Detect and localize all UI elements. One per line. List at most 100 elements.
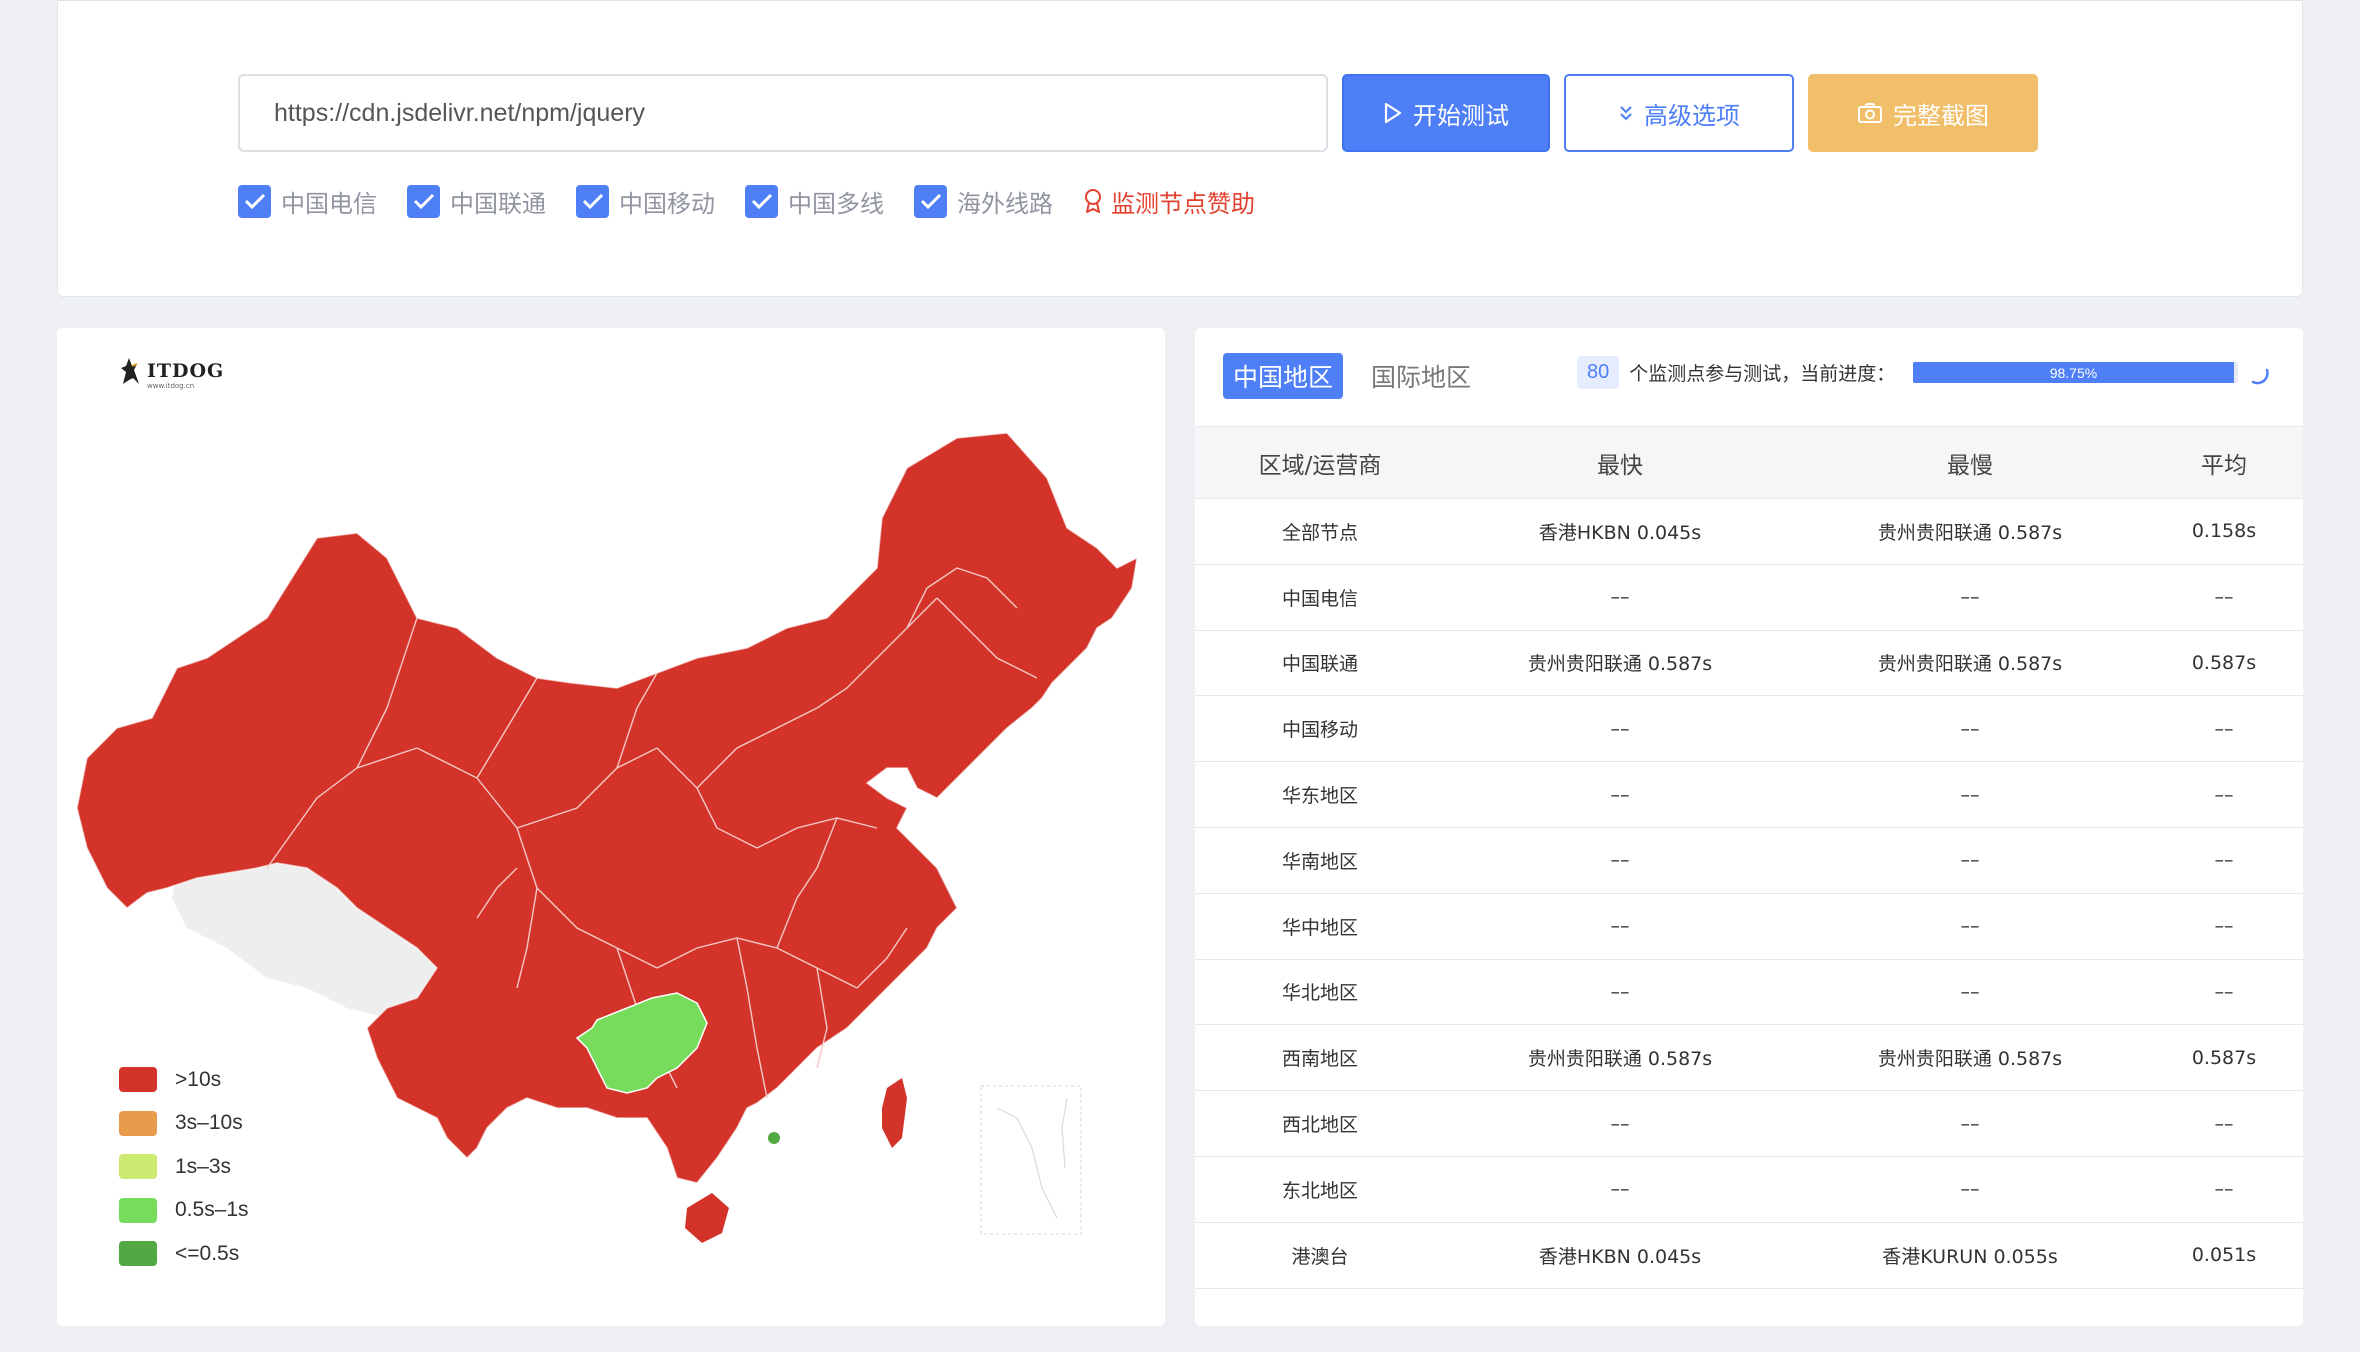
- region-hainan[interactable]: [685, 1193, 729, 1243]
- filter-overseas-checkbox[interactable]: 海外线路: [914, 184, 1053, 219]
- region-cell: 全部节点: [1195, 498, 1445, 565]
- legend-item: >10s: [119, 1058, 249, 1102]
- sponsor-link[interactable]: 监测节点赞助: [1083, 184, 1255, 219]
- slowest-cell: 香港KURUN 0.055s: [1795, 1222, 2145, 1289]
- region-cell: 华东地区: [1195, 761, 1445, 828]
- legend-label: >10s: [175, 1067, 222, 1091]
- slowest-cell: 贵州贵阳联通 0.587s: [1795, 498, 2145, 565]
- table-row[interactable]: 西南地区 贵州贵阳联通 0.587s 贵州贵阳联通 0.587s 0.587s: [1195, 1024, 2303, 1092]
- fastest-cell: ––: [1445, 827, 1795, 894]
- fastest-cell: ––: [1445, 1090, 1795, 1157]
- table-row[interactable]: 全部节点 香港HKBN 0.045s 贵州贵阳联通 0.587s 0.158s: [1195, 498, 2303, 565]
- table-row[interactable]: 中国移动 –– –– ––: [1195, 695, 2303, 763]
- start-test-button[interactable]: 开始测试: [1342, 74, 1550, 152]
- progress-bar: 98.75%: [1913, 362, 2238, 383]
- legend-label: <=0.5s: [175, 1241, 240, 1265]
- inset-islands: [996, 1097, 1068, 1219]
- slowest-cell: 贵州贵阳联通 0.587s: [1795, 630, 2145, 697]
- fastest-cell: ––: [1445, 893, 1795, 960]
- legend-label: 3s–10s: [175, 1111, 243, 1135]
- progress-summary: 80 个监测点参与测试，当前进度：: [1577, 356, 1895, 389]
- progress-fill: 98.75%: [1913, 362, 2234, 383]
- slowest-cell: 贵州贵阳联通 0.587s: [1795, 1024, 2145, 1092]
- table-row[interactable]: 中国电信 –– –– ––: [1195, 564, 2303, 631]
- fastest-cell: ––: [1445, 959, 1795, 1026]
- average-cell: 0.587s: [2145, 630, 2303, 697]
- region-cell: 西南地区: [1195, 1024, 1445, 1092]
- check-icon: [914, 184, 947, 218]
- filter-label: 中国移动: [619, 189, 715, 218]
- test-config-panel: 开始测试 高级选项 完整截图 中国电信 中国联通 中国移动 中国多线 海外线路: [57, 0, 2303, 297]
- legend-item: 3s–10s: [119, 1102, 249, 1146]
- camera-icon: [1858, 103, 1882, 123]
- region-cell: 华南地区: [1195, 827, 1445, 894]
- advanced-options-button[interactable]: 高级选项: [1564, 74, 1794, 152]
- column-header[interactable]: 区域/运营商: [1195, 426, 1445, 499]
- average-cell: 0.587s: [2145, 1024, 2303, 1092]
- legend-swatch: [119, 1241, 157, 1267]
- fastest-cell: 贵州贵阳联通 0.587s: [1445, 1024, 1795, 1092]
- fastest-cell: 贵州贵阳联通 0.587s: [1445, 630, 1795, 697]
- south-china-sea-inset: [980, 1085, 1082, 1235]
- tab-china[interactable]: 中国地区: [1223, 353, 1344, 399]
- tab-international[interactable]: 国际地区: [1361, 353, 1481, 399]
- filter-label: 中国联通: [450, 189, 546, 218]
- table-row[interactable]: 中国联通 贵州贵阳联通 0.587s 贵州贵阳联通 0.587s 0.587s: [1195, 630, 2303, 697]
- average-cell: 0.051s: [2145, 1222, 2303, 1289]
- average-cell: ––: [2145, 1090, 2303, 1157]
- column-header[interactable]: 最快: [1445, 426, 1795, 499]
- table-row[interactable]: 华中地区 –– –– ––: [1195, 893, 2303, 960]
- url-input[interactable]: [238, 74, 1328, 152]
- slowest-cell: ––: [1795, 827, 2145, 894]
- slowest-cell: ––: [1795, 959, 2145, 1026]
- table-row[interactable]: 港澳台 香港HKBN 0.045s 香港KURUN 0.055s 0.051s: [1195, 1222, 2303, 1289]
- fastest-cell: ––: [1445, 761, 1795, 828]
- table-row[interactable]: 东北地区 –– –– ––: [1195, 1156, 2303, 1223]
- average-cell: 0.158s: [2145, 498, 2303, 565]
- check-icon: [576, 184, 609, 218]
- slowest-cell: ––: [1795, 695, 2145, 763]
- filter-telecom-checkbox[interactable]: 中国电信: [238, 184, 377, 219]
- region-cell: 中国电信: [1195, 564, 1445, 631]
- slowest-cell: ––: [1795, 893, 2145, 960]
- filter-multiline-checkbox[interactable]: 中国多线: [745, 184, 884, 219]
- filter-unicom-checkbox[interactable]: 中国联通: [407, 184, 546, 219]
- table-row[interactable]: 西北地区 –– –– ––: [1195, 1090, 2303, 1157]
- table-row[interactable]: 华东地区 –– –– ––: [1195, 761, 2303, 828]
- average-cell: ––: [2145, 761, 2303, 828]
- results-panel: 中国地区 国际地区 80 个监测点参与测试，当前进度： 98.75% 区域/运营…: [1195, 328, 2303, 1326]
- legend-label: 1s–3s: [175, 1154, 232, 1178]
- award-icon: [1085, 189, 1101, 213]
- legend-item: 1s–3s: [119, 1145, 249, 1189]
- average-cell: ––: [2145, 695, 2303, 763]
- average-cell: ––: [2145, 893, 2303, 960]
- region-cell: 港澳台: [1195, 1222, 1445, 1289]
- region-cell: 中国联通: [1195, 630, 1445, 697]
- play-icon: [1384, 102, 1402, 124]
- advanced-options-label: 高级选项: [1644, 101, 1740, 130]
- slowest-cell: ––: [1795, 1090, 2145, 1157]
- network-filter-group: 中国电信 中国联通 中国移动 中国多线 海外线路 监测节点赞助: [238, 181, 1255, 221]
- map-legend: >10s 3s–10s 1s–3s 0.5s–1s <=0.5s: [119, 1058, 249, 1276]
- legend-item: 0.5s–1s: [119, 1189, 249, 1233]
- full-screenshot-label: 完整截图: [1893, 101, 1989, 130]
- table-header-row: 区域/运营商 最快 最慢 平均: [1195, 426, 2303, 499]
- column-header[interactable]: 平均: [2145, 426, 2303, 499]
- region-hongkong[interactable]: [768, 1132, 780, 1144]
- progress-text: 个监测点参与测试，当前进度：: [1629, 363, 1896, 385]
- table-row[interactable]: 华南地区 –– –– ––: [1195, 827, 2303, 894]
- filter-mobile-checkbox[interactable]: 中国移动: [576, 184, 715, 219]
- slowest-cell: ––: [1795, 1156, 2145, 1223]
- check-icon: [238, 184, 271, 218]
- latency-map-panel: ITDOG www.itdog.cn >10s 3s–10s 1s–3s 0.5…: [57, 328, 1165, 1326]
- region-cell: 中国移动: [1195, 695, 1445, 763]
- table-row[interactable]: 华北地区 –– –– ––: [1195, 959, 2303, 1026]
- region-taiwan[interactable]: [882, 1078, 907, 1148]
- filter-label: 中国电信: [281, 189, 377, 218]
- column-header[interactable]: 最慢: [1795, 426, 2145, 499]
- sponsor-label: 监测节点赞助: [1111, 189, 1255, 218]
- legend-item: <=0.5s: [119, 1232, 249, 1276]
- slowest-cell: ––: [1795, 761, 2145, 828]
- full-screenshot-button[interactable]: 完整截图: [1808, 74, 2038, 152]
- double-chevron-down-icon: [1620, 106, 1632, 121]
